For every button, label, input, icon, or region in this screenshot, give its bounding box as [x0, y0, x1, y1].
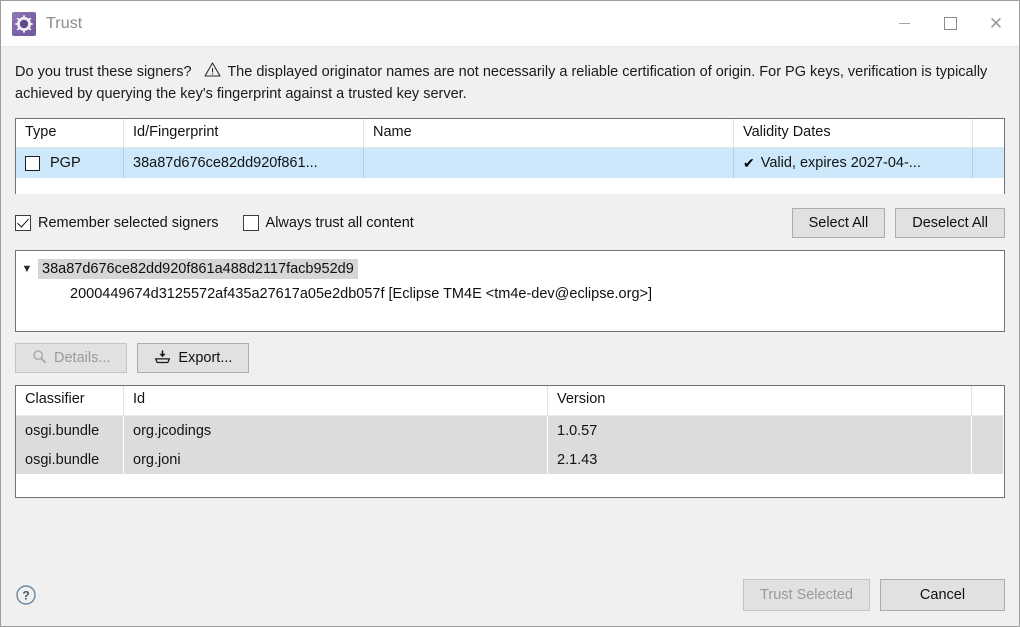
- signer-validity-cell: ✔ Valid, expires 2027-04-...: [734, 148, 973, 178]
- chevron-down-icon[interactable]: ▼: [16, 264, 38, 275]
- content-row-spacer: [972, 445, 1004, 474]
- select-all-button[interactable]: Select All: [792, 208, 886, 238]
- signer-row-checkbox[interactable]: [25, 156, 40, 171]
- intro-text: Do you trust these signers? The displaye…: [15, 47, 997, 105]
- footer-buttons: Trust Selected Cancel: [743, 579, 1005, 611]
- column-header-spacer: [973, 119, 1004, 147]
- detail-buttons-row: Details... Export...: [15, 343, 1005, 373]
- signer-validity-label: Valid, expires 2027-04-...: [761, 155, 921, 171]
- table-row[interactable]: osgi.bundle org.jcodings 1.0.57: [16, 416, 1004, 445]
- column-header-version[interactable]: Version: [548, 386, 972, 415]
- check-icon: ✔: [743, 156, 755, 170]
- close-button[interactable]: ✕: [973, 1, 1019, 47]
- tree-root-row[interactable]: ▼ 38a87d676ce82dd920f861a488d2117facb952…: [16, 257, 1004, 281]
- content-version-cell: 1.0.57: [548, 416, 972, 445]
- magnifier-icon: [32, 349, 47, 368]
- minimize-button[interactable]: [881, 1, 927, 47]
- column-header-id[interactable]: Id: [124, 386, 548, 415]
- content-id-cell: org.jcodings: [124, 416, 548, 445]
- help-circle-icon[interactable]: ?: [15, 584, 37, 606]
- column-header-type[interactable]: Type: [16, 119, 124, 147]
- content-table-header: Classifier Id Version: [16, 386, 1004, 416]
- export-icon: [154, 349, 171, 368]
- trust-selected-button[interactable]: Trust Selected: [743, 579, 870, 611]
- column-header-name[interactable]: Name: [364, 119, 734, 147]
- export-button-label: Export...: [178, 350, 232, 366]
- signers-table-header: Type Id/Fingerprint Name Validity Dates: [16, 119, 1004, 148]
- svg-text:?: ?: [22, 589, 29, 603]
- always-trust-box[interactable]: [243, 215, 259, 231]
- dialog-footer: ? Trust Selected Cancel: [15, 578, 1005, 612]
- details-button-label: Details...: [54, 350, 110, 366]
- trust-dialog: Trust ✕ Do you trust these signers? The …: [0, 0, 1020, 627]
- dialog-body: Do you trust these signers? The displaye…: [1, 47, 1019, 626]
- content-row-spacer: [972, 416, 1004, 445]
- signers-table[interactable]: Type Id/Fingerprint Name Validity Dates …: [15, 118, 1005, 194]
- tree-root-label[interactable]: 38a87d676ce82dd920f861a488d2117facb952d9: [38, 259, 358, 279]
- content-classifier-cell: osgi.bundle: [16, 416, 124, 445]
- signer-fingerprint-cell: 38a87d676ce82dd920f861...: [124, 148, 364, 178]
- signer-type-cell[interactable]: PGP: [16, 148, 124, 178]
- eclipse-gear-icon: [12, 12, 36, 36]
- always-trust-checkbox[interactable]: Always trust all content: [243, 215, 414, 231]
- window-controls: ✕: [881, 1, 1019, 47]
- remember-signers-checkbox[interactable]: Remember selected signers: [15, 215, 219, 231]
- column-header-validity[interactable]: Validity Dates: [734, 119, 973, 147]
- content-classifier-cell: osgi.bundle: [16, 445, 124, 474]
- content-table[interactable]: Classifier Id Version osgi.bundle org.jc…: [15, 385, 1005, 498]
- table-row[interactable]: osgi.bundle org.joni 2.1.43: [16, 445, 1004, 474]
- tree-child-row[interactable]: 2000449674d3125572af435a27617a05e2db057f…: [16, 281, 1004, 307]
- signer-name-cell: [364, 148, 734, 178]
- column-header-spacer-2: [972, 386, 1004, 415]
- remember-signers-label: Remember selected signers: [38, 215, 219, 231]
- content-version-cell: 2.1.43: [548, 445, 972, 474]
- title-bar: Trust ✕: [1, 1, 1019, 47]
- selection-buttons: Select All Deselect All: [792, 208, 1005, 238]
- intro-question: Do you trust these signers?: [15, 64, 192, 80]
- maximize-button[interactable]: [927, 1, 973, 47]
- table-row[interactable]: PGP 38a87d676ce82dd920f861... ✔ Valid, e…: [16, 148, 1004, 178]
- content-table-empty-area: [16, 474, 1004, 497]
- signer-row-spacer: [973, 148, 1004, 178]
- remember-signers-box[interactable]: [15, 215, 31, 231]
- window-title: Trust: [46, 15, 82, 33]
- cancel-button[interactable]: Cancel: [880, 579, 1005, 611]
- deselect-all-button[interactable]: Deselect All: [895, 208, 1005, 238]
- signer-key-tree[interactable]: ▼ 38a87d676ce82dd920f861a488d2117facb952…: [15, 250, 1005, 332]
- column-header-fingerprint[interactable]: Id/Fingerprint: [124, 119, 364, 147]
- export-button[interactable]: Export...: [137, 343, 249, 373]
- signer-type-label: PGP: [50, 155, 81, 171]
- warning-triangle-icon: [204, 62, 221, 84]
- content-id-cell: org.joni: [124, 445, 548, 474]
- details-button[interactable]: Details...: [15, 343, 127, 373]
- options-row: Remember selected signers Always trust a…: [15, 207, 1005, 239]
- column-header-classifier[interactable]: Classifier: [16, 386, 124, 415]
- always-trust-label: Always trust all content: [266, 215, 414, 231]
- signers-table-empty-area: [16, 178, 1004, 194]
